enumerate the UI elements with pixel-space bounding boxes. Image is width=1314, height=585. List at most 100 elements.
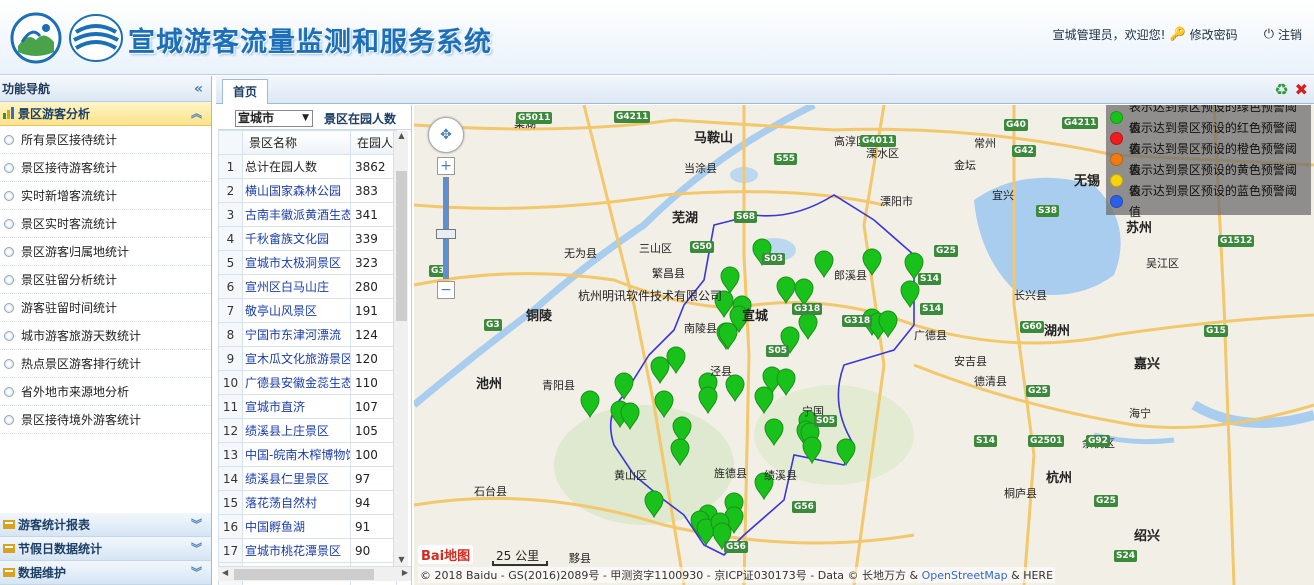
sidebar-item[interactable]: 所有景区接待统计 <box>0 126 211 154</box>
sidebar-item[interactable]: 游客驻留时间统计 <box>0 294 211 322</box>
table-row[interactable]: 7 敬亭山风景区 191 <box>218 298 397 323</box>
table-row[interactable]: 2 横山国家森林公园 383 <box>218 178 397 203</box>
scenic-name[interactable]: 敬亭山风景区 <box>242 298 351 323</box>
row-index: 1 <box>218 154 243 179</box>
scenic-marker-icon[interactable] <box>650 356 670 385</box>
scenic-name[interactable]: 千秋畲族文化园 <box>242 226 351 251</box>
chevron-up-icon[interactable]: ︽ <box>191 102 202 126</box>
scenic-marker-icon[interactable] <box>776 276 796 305</box>
scenic-name[interactable]: 宣木瓜文化旅游景区 <box>242 346 351 371</box>
scenic-name[interactable]: 宣城市直济 <box>242 394 351 419</box>
scenic-marker-icon[interactable] <box>614 372 634 401</box>
table-row[interactable]: 16 中国孵鱼湖 91 <box>218 514 397 539</box>
table-row[interactable]: 15 落花荡自然村 94 <box>218 490 397 515</box>
zoom-slider[interactable] <box>443 177 449 279</box>
sidebar-item[interactable]: 景区实时客流统计 <box>0 210 211 238</box>
column-header-name[interactable]: 景区名称 <box>242 130 351 155</box>
table-row[interactable]: 4 千秋畲族文化园 339 <box>218 226 397 251</box>
row-index: 5 <box>218 250 243 275</box>
chevron-down-icon[interactable]: ︾ <box>191 537 202 561</box>
map-pan-control[interactable]: ✥ <box>428 117 464 153</box>
sidebar-item[interactable]: 实时新增客流统计 <box>0 182 211 210</box>
group-scenic-analysis[interactable]: 景区游客分析 ︽ <box>0 102 211 126</box>
scroll-up-icon[interactable]: ▲ <box>394 131 409 145</box>
sidebar-item[interactable]: 景区接待游客统计 <box>0 154 211 182</box>
table-row[interactable]: 5 宣城市太极洞景区 323 <box>218 250 397 275</box>
visitor-count: 107 <box>350 394 397 419</box>
table-row[interactable]: 6 宣州区白马山庄 280 <box>218 274 397 299</box>
scenic-marker-icon[interactable] <box>718 322 738 351</box>
osm-link[interactable]: OpenStreetMap <box>922 569 1008 582</box>
scroll-thumb[interactable] <box>396 171 407 321</box>
scenic-marker-icon[interactable] <box>776 368 796 397</box>
scroll-left-icon[interactable]: ◀ <box>222 568 228 577</box>
refresh-icon[interactable]: ♻ <box>1274 80 1288 99</box>
map-zoom-control[interactable]: + − <box>436 157 456 299</box>
sidebar-group[interactable]: 数据维护 ︾ <box>0 561 211 585</box>
scenic-name[interactable]: 广德县安徽金蕊生态园 <box>242 370 351 395</box>
scenic-marker-icon[interactable] <box>900 280 920 309</box>
sidebar-group[interactable]: 游客统计报表 ︾ <box>0 513 211 537</box>
zoom-knob[interactable] <box>436 229 456 239</box>
scenic-marker-icon[interactable] <box>580 390 600 419</box>
chevron-down-icon[interactable]: ︾ <box>191 513 202 537</box>
sidebar-item[interactable]: 景区游客归属地统计 <box>0 238 211 266</box>
sidebar-group[interactable]: 节假日数据统计 ︾ <box>0 537 211 561</box>
zoom-out-button[interactable]: − <box>437 281 455 299</box>
table-vertical-scrollbar[interactable]: ▲ ▼ <box>393 131 408 569</box>
sidebar-item[interactable]: 省外地市来源地分析 <box>0 378 211 406</box>
close-icon[interactable]: ✖ <box>1295 80 1308 99</box>
logout-link[interactable]: 注销 <box>1278 26 1302 43</box>
scenic-name[interactable]: 宣城市太极洞景区 <box>242 250 351 275</box>
table-row[interactable]: 3古南丰徽派黄酒生态园341 <box>218 202 397 227</box>
sidebar-item[interactable]: 热点景区游客排行统计 <box>0 350 211 378</box>
baidu-map[interactable]: 马鞍山芜湖铜陵池州宣城无锡苏州湖州嘉兴杭州绍兴巢湖无为县当涂县三山区繁昌县南陵县… <box>414 105 1314 585</box>
table-row[interactable]: 11 宣城市直济 107 <box>218 394 397 419</box>
scenic-name[interactable]: 横山国家森林公园 <box>242 178 351 203</box>
sidebar-item-label: 景区接待游客统计 <box>21 161 118 175</box>
scenic-name[interactable]: 落花荡自然村 <box>242 490 351 515</box>
table-row[interactable]: 14 绩溪县仁里景区 97 <box>218 466 397 491</box>
scenic-marker-icon[interactable] <box>720 266 740 295</box>
table-row[interactable]: 13 中国-皖南木榨博物馆 100 <box>218 442 397 467</box>
table-row[interactable]: 9 宣木瓜文化旅游景区 120 <box>218 346 397 371</box>
city-select[interactable]: 宣城市 ▼ <box>235 110 313 127</box>
scenic-name[interactable]: 绩溪县上庄景区 <box>242 418 351 443</box>
scenic-name[interactable]: 中国-皖南木榨博物馆 <box>242 442 351 467</box>
scenic-name[interactable]: 绩溪县仁里景区 <box>242 466 351 491</box>
column-header-count[interactable]: 在园人数 <box>350 130 397 155</box>
change-password-link[interactable]: 修改密码 <box>1190 26 1238 43</box>
scenic-name[interactable]: 宣州区白马山庄 <box>242 274 351 299</box>
scenic-name[interactable]: 中国孵鱼湖 <box>242 514 351 539</box>
table-row[interactable]: 1 总计在园人数 3862 <box>218 154 397 179</box>
collapse-sidebar-icon[interactable]: « <box>194 76 203 102</box>
map-place-label: 溧水区 <box>866 147 899 160</box>
baidu-logo[interactable]: Bai地图 <box>418 545 474 564</box>
scenic-name[interactable]: 宁国市东津河漂流 <box>242 322 351 347</box>
map-place-label: 金坛 <box>954 159 976 172</box>
scroll-right-icon[interactable]: ▶ <box>402 568 408 577</box>
sidebar-item[interactable]: 景区接待境外游客统计 <box>0 406 211 434</box>
scenic-marker-icon[interactable] <box>798 312 818 341</box>
visitor-count: 383 <box>350 178 397 203</box>
scenic-marker-icon[interactable] <box>666 346 686 375</box>
power-icon[interactable]: ⏻ <box>1264 27 1274 42</box>
map-place-label: 芜湖 <box>672 211 699 226</box>
sidebar-item[interactable]: 城市游客旅游天数统计 <box>0 322 211 350</box>
scenic-marker-icon[interactable] <box>814 250 834 279</box>
table-row[interactable]: 10广德县安徽金蕊生态园110 <box>218 370 397 395</box>
scenic-name[interactable]: 宣城市桃花潭景区 <box>242 538 351 563</box>
zoom-in-button[interactable]: + <box>437 157 455 175</box>
hscroll-thumb[interactable] <box>234 569 374 580</box>
scenic-name[interactable]: 古南丰徽派黄酒生态园 <box>242 202 351 227</box>
table-row[interactable]: 17 宣城市桃花潭景区 90 <box>218 538 397 563</box>
table-row[interactable]: 12 绩溪县上庄景区 105 <box>218 418 397 443</box>
table-row[interactable]: 8 宁国市东津河漂流 124 <box>218 322 397 347</box>
scenic-marker-icon[interactable] <box>698 386 718 415</box>
map-place-label: 无锡 <box>1074 174 1101 189</box>
chevron-down-icon[interactable]: ︾ <box>191 561 202 585</box>
tab-home[interactable]: 首页 <box>222 79 269 104</box>
arrow-bullet-icon <box>4 331 14 341</box>
table-horizontal-scrollbar[interactable]: ◀ ▶ <box>218 566 411 581</box>
sidebar-item[interactable]: 景区驻留分析统计 <box>0 266 211 294</box>
